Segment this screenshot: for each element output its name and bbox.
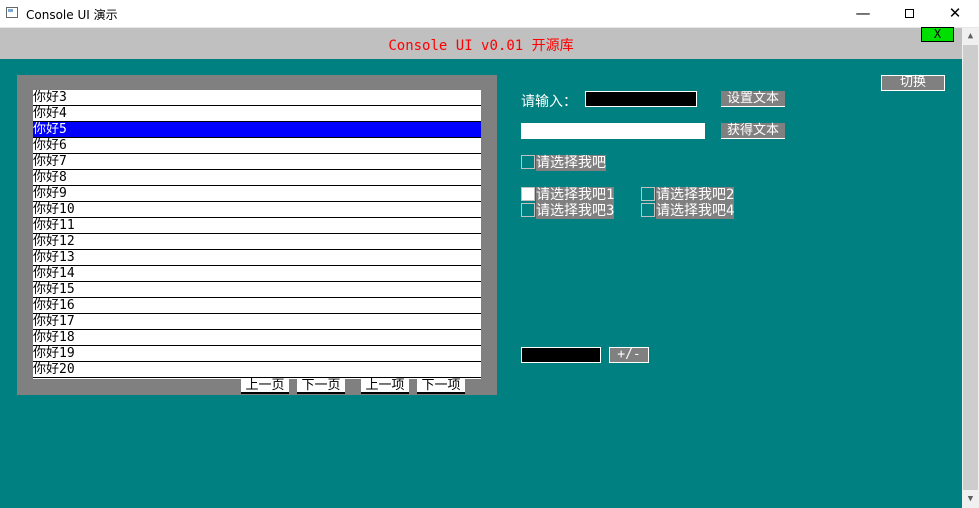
list-item[interactable]: 你好7: [33, 154, 481, 170]
radio-label-4[interactable]: 请选择我吧4: [656, 203, 735, 219]
radio-option-1[interactable]: [521, 187, 535, 201]
text-input-field[interactable]: [585, 91, 697, 107]
input-label: 请输入：: [521, 94, 577, 110]
scroll-thumb[interactable]: [963, 45, 978, 490]
radio-option-3[interactable]: [521, 203, 535, 217]
list-item[interactable]: 你好10: [33, 202, 481, 218]
list-item[interactable]: 你好14: [33, 266, 481, 282]
window-close-button[interactable]: ✕: [932, 0, 978, 27]
list-item[interactable]: 你好4: [33, 106, 481, 122]
list-item[interactable]: 你好15: [33, 282, 481, 298]
maximize-icon: [904, 9, 914, 18]
maximize-button[interactable]: [886, 0, 932, 27]
list-item-label: 你好7: [33, 154, 67, 169]
radio-option-4[interactable]: [641, 203, 655, 217]
list-item[interactable]: 你好3: [33, 90, 481, 106]
number-input-field[interactable]: [521, 347, 601, 363]
list-item-label: 你好18: [33, 330, 75, 345]
list-item-label: 你好17: [33, 314, 75, 329]
window-title: Console UI 演示: [26, 8, 118, 22]
title-bar: Console UI 演示 — ✕: [0, 0, 979, 28]
list-item[interactable]: 你好16: [33, 298, 481, 314]
get-text-button[interactable]: 获得文本: [721, 123, 785, 139]
list-item-label: 你好8: [33, 170, 67, 185]
next-page-button[interactable]: 下一页: [297, 378, 345, 394]
list-box[interactable]: 你好3 你好4 你好5 你好6 你好7 你好8 你好9 你好10 你好11 你好12 你好13 你好1…: [33, 90, 481, 379]
radio-label-3[interactable]: 请选择我吧3: [536, 203, 615, 219]
list-item[interactable]: 你好11: [33, 218, 481, 234]
list-item-label: 你好13: [33, 250, 75, 265]
list-item-label: 你好10: [33, 202, 75, 217]
list-item[interactable]: 你好9: [33, 186, 481, 202]
list-item-label: 你好20: [33, 362, 75, 377]
switch-button[interactable]: 切换: [881, 75, 945, 91]
app-close-button[interactable]: X: [921, 27, 954, 42]
set-text-button[interactable]: 设置文本: [721, 91, 785, 107]
output-text-field[interactable]: [521, 123, 705, 139]
list-item[interactable]: 你好18: [33, 330, 481, 346]
app-header-title: Console UI v0.01 开源库: [388, 38, 574, 54]
list-item[interactable]: 你好19: [33, 346, 481, 362]
list-item-label: 你好11: [33, 218, 75, 233]
minimize-button[interactable]: —: [840, 0, 886, 27]
checkbox[interactable]: [521, 155, 535, 169]
list-item[interactable]: 你好13: [33, 250, 481, 266]
app-icon: [6, 7, 18, 18]
vertical-scrollbar[interactable]: ▲ ▼: [962, 28, 979, 508]
list-item-label: 你好6: [33, 138, 67, 153]
list-item[interactable]: 你好17: [33, 314, 481, 330]
next-item-button[interactable]: 下一项: [417, 378, 465, 394]
app-window: Console UI 演示 — ✕ Console UI v0.01 开源库 X…: [0, 0, 979, 508]
list-panel: 你好3 你好4 你好5 你好6 你好7 你好8 你好9 你好10 你好11 你好12 你好13 你好1…: [17, 75, 497, 395]
list-item[interactable]: 你好6: [33, 138, 481, 154]
list-item-label: 你好14: [33, 266, 75, 281]
app-header-bar: Console UI v0.01 开源库: [0, 28, 962, 59]
list-item-label: 你好15: [33, 282, 75, 297]
radio-label-2[interactable]: 请选择我吧2: [656, 187, 735, 203]
scroll-up-icon[interactable]: ▲: [962, 28, 979, 45]
list-item-label: 你好16: [33, 298, 75, 313]
list-item-label: 你好4: [33, 106, 67, 121]
toggle-sign-button[interactable]: +/-: [609, 347, 649, 363]
list-item-label: 你好9: [33, 186, 67, 201]
list-item[interactable]: 你好12: [33, 234, 481, 250]
list-item[interactable]: 你好5: [33, 122, 481, 138]
checkbox-label[interactable]: 请选择我吧: [536, 155, 606, 171]
radio-option-2[interactable]: [641, 187, 655, 201]
radio-label-1[interactable]: 请选择我吧1: [536, 187, 615, 203]
list-item[interactable]: 你好20: [33, 362, 481, 378]
list-item[interactable]: 你好8: [33, 170, 481, 186]
list-item-label: 你好5: [33, 122, 67, 137]
prev-item-button[interactable]: 上一项: [361, 378, 409, 394]
list-item-label: 你好19: [33, 346, 75, 361]
list-item-label: 你好12: [33, 234, 75, 249]
scroll-down-icon[interactable]: ▼: [962, 491, 979, 508]
prev-page-button[interactable]: 上一页: [241, 378, 289, 394]
list-item-label: 你好3: [33, 90, 67, 105]
